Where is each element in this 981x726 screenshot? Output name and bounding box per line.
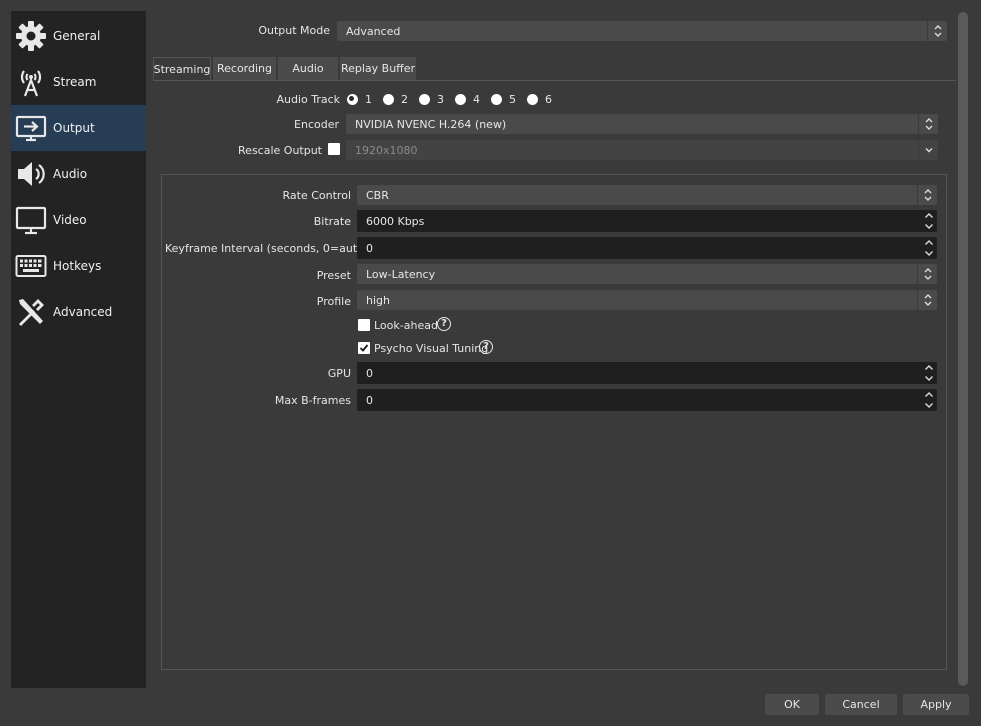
- profile-select[interactable]: high: [357, 290, 937, 310]
- sidebar-item-label: Hotkeys: [53, 259, 102, 273]
- audio-track-option[interactable]: 3: [419, 93, 444, 106]
- sidebar-item-label: Video: [53, 213, 87, 227]
- max-bframes-input[interactable]: 0: [357, 389, 937, 411]
- cancel-button[interactable]: Cancel: [825, 694, 897, 715]
- decrement-button[interactable]: [922, 373, 936, 384]
- updown-chevron-icon: [917, 185, 937, 205]
- audio-track-label: Audio Track: [276, 93, 340, 106]
- audio-track-radio-group: 1 2 3 4 5 6: [347, 92, 563, 106]
- chevron-down-icon: [918, 140, 938, 160]
- profile-label: Profile: [316, 295, 351, 308]
- gpu-value: 0: [366, 366, 373, 380]
- output-mode-select[interactable]: Advanced: [337, 21, 947, 41]
- increment-button[interactable]: [922, 362, 936, 373]
- preset-label: Preset: [316, 269, 351, 282]
- tab-streaming[interactable]: Streaming: [153, 57, 211, 80]
- apply-button[interactable]: Apply: [903, 694, 969, 715]
- sidebar-item-output[interactable]: Output: [11, 105, 146, 151]
- max-bframes-value: 0: [366, 393, 373, 407]
- radio-icon: [383, 93, 394, 105]
- rate-control-select[interactable]: CBR: [357, 185, 937, 205]
- audio-track-option[interactable]: 4: [455, 93, 480, 106]
- updown-chevron-icon: [918, 114, 938, 134]
- rescale-resolution-value: 1920x1080: [355, 143, 418, 157]
- bitrate-value: 6000 Kbps: [366, 214, 425, 228]
- rate-control-value: CBR: [366, 188, 389, 202]
- rescale-resolution-select: 1920x1080: [346, 140, 938, 160]
- look-ahead-label: Look-ahead: [374, 319, 438, 332]
- sidebar-item-stream[interactable]: Stream: [11, 59, 146, 105]
- radio-checked-icon: [347, 93, 358, 105]
- ok-button[interactable]: OK: [765, 694, 819, 715]
- rate-control-label: Rate Control: [282, 189, 351, 202]
- tab-recording[interactable]: Recording: [213, 57, 276, 80]
- sidebar-item-hotkeys[interactable]: Hotkeys: [11, 243, 146, 289]
- profile-value: high: [366, 293, 390, 307]
- sidebar-item-label: Output: [53, 121, 95, 135]
- output-mode-label: Output Mode: [258, 24, 330, 37]
- keyframe-interval-label: Keyframe Interval (seconds, 0=auto): [165, 242, 369, 255]
- monitor-output-icon: [13, 110, 49, 146]
- gpu-label: GPU: [327, 367, 351, 380]
- speaker-icon: [13, 156, 49, 192]
- preset-value: Low-Latency: [366, 267, 436, 281]
- output-tabs: Streaming Recording Audio Replay Buffer: [153, 57, 418, 80]
- increment-button[interactable]: [922, 210, 936, 221]
- antenna-icon: [13, 64, 49, 100]
- decrement-button[interactable]: [922, 221, 936, 232]
- preset-select[interactable]: Low-Latency: [357, 264, 937, 284]
- help-icon[interactable]: ?: [437, 317, 451, 331]
- encoder-select[interactable]: NVIDIA NVENC H.264 (new): [346, 114, 938, 134]
- tab-replay-buffer[interactable]: Replay Buffer: [340, 57, 416, 80]
- help-icon[interactable]: ?: [479, 340, 493, 354]
- audio-track-option[interactable]: 6: [527, 93, 552, 106]
- gear-icon: [13, 18, 49, 54]
- encoder-value: NVIDIA NVENC H.264 (new): [355, 117, 507, 131]
- increment-button[interactable]: [922, 237, 936, 248]
- vertical-scrollbar[interactable]: [958, 12, 968, 686]
- psycho-visual-tuning-checkbox[interactable]: [358, 342, 370, 354]
- sidebar-item-label: Audio: [53, 167, 88, 181]
- radio-icon: [527, 93, 538, 105]
- look-ahead-checkbox[interactable]: [358, 319, 370, 331]
- tab-divider: [153, 80, 956, 81]
- radio-icon: [455, 93, 466, 105]
- audio-track-option[interactable]: 5: [491, 93, 516, 106]
- decrement-button[interactable]: [922, 248, 936, 259]
- sidebar-item-advanced[interactable]: Advanced: [11, 289, 146, 335]
- radio-icon: [491, 93, 502, 105]
- sidebar-item-audio[interactable]: Audio: [11, 151, 146, 197]
- gpu-input[interactable]: 0: [357, 362, 937, 384]
- bitrate-label: Bitrate: [313, 215, 351, 228]
- audio-track-option[interactable]: 2: [383, 93, 408, 106]
- updown-chevron-icon: [917, 290, 937, 310]
- audio-track-option[interactable]: 1: [347, 93, 372, 106]
- updown-chevron-icon: [927, 21, 947, 41]
- radio-icon: [419, 93, 430, 105]
- settings-sidebar: General Stream Output Audio Video Hotkey…: [11, 11, 146, 688]
- keyboard-icon: [13, 248, 49, 284]
- sidebar-item-video[interactable]: Video: [11, 197, 146, 243]
- rescale-output-label: Rescale Output: [238, 144, 322, 157]
- increment-button[interactable]: [922, 389, 936, 400]
- rescale-output-checkbox[interactable]: [328, 143, 340, 155]
- encoder-label: Encoder: [294, 118, 339, 131]
- bitrate-input[interactable]: 6000 Kbps: [357, 210, 937, 232]
- tab-audio[interactable]: Audio: [278, 57, 338, 80]
- psycho-visual-tuning-label: Psycho Visual Tuning: [374, 342, 489, 355]
- checkmark-icon: [359, 344, 369, 352]
- updown-chevron-icon: [917, 264, 937, 284]
- sidebar-item-label: Stream: [53, 75, 97, 89]
- tools-icon: [13, 294, 49, 330]
- keyframe-interval-value: 0: [366, 241, 373, 255]
- max-bframes-label: Max B-frames: [274, 394, 351, 407]
- decrement-button[interactable]: [922, 400, 936, 411]
- keyframe-interval-input[interactable]: 0: [357, 237, 937, 259]
- monitor-icon: [13, 202, 49, 238]
- sidebar-item-label: Advanced: [53, 305, 113, 319]
- sidebar-item-general[interactable]: General: [11, 13, 146, 59]
- output-mode-value: Advanced: [346, 24, 401, 38]
- sidebar-item-label: General: [53, 29, 101, 43]
